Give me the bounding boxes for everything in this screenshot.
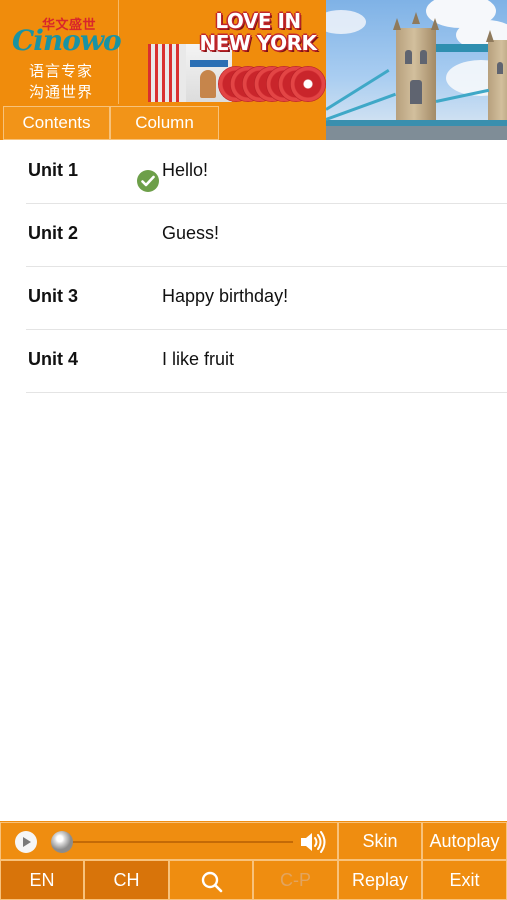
- unit-row-3[interactable]: Unit 3 Happy birthday!: [0, 267, 507, 330]
- cp-button[interactable]: C-P: [253, 860, 338, 900]
- progress-slider-knob[interactable]: [51, 831, 73, 853]
- banner-title-line1: LOVE IN: [215, 9, 301, 33]
- banner-title: LOVE IN NEW YORK: [192, 10, 324, 54]
- english-button[interactable]: EN: [0, 860, 84, 900]
- magnifier-icon: [200, 870, 224, 894]
- audio-player: [0, 822, 338, 860]
- unit-row-2[interactable]: Unit 2 Guess!: [0, 204, 507, 267]
- unit-title: Hello!: [162, 160, 209, 180]
- logo-brand-name: Cinowo: [12, 24, 122, 57]
- tab-column[interactable]: Column: [110, 106, 219, 140]
- search-button[interactable]: [169, 860, 253, 900]
- tower-bridge-photo: [326, 0, 507, 140]
- autoplay-button[interactable]: Autoplay: [422, 822, 507, 860]
- play-icon[interactable]: [15, 831, 37, 853]
- unit-number: Unit 3: [28, 286, 79, 306]
- unit-row-1[interactable]: Unit 1 Hello!: [0, 141, 507, 204]
- skin-button[interactable]: Skin: [338, 822, 422, 860]
- header-tabs: Contents Column: [0, 104, 326, 140]
- unit-number: Unit 2: [28, 223, 79, 243]
- tab-contents[interactable]: Contents: [3, 106, 110, 140]
- unit-title: Happy birthday!: [162, 286, 289, 306]
- speaker-icon[interactable]: [299, 829, 327, 855]
- exit-button[interactable]: Exit: [422, 860, 507, 900]
- cinowo-logo: 华文盛世 Cinowo 语言专家 沟通世界: [0, 0, 122, 104]
- checkmark-icon: [137, 170, 159, 192]
- app-header: 华文盛世 Cinowo 语言专家 沟通世界 LOVE IN NEW YORK C…: [0, 0, 507, 140]
- replay-button[interactable]: Replay: [338, 860, 422, 900]
- unit-row-4[interactable]: Unit 4 I like fruit: [0, 330, 507, 393]
- book-banner: LOVE IN NEW YORK: [120, 0, 326, 104]
- unit-list: Unit 1 Hello! Unit 2 Guess! Unit 3 Happy…: [0, 141, 507, 393]
- row-divider: [26, 392, 507, 393]
- unit-title: I like fruit: [162, 349, 235, 369]
- logo-slogan-line1: 语言专家: [29, 62, 94, 80]
- progress-track[interactable]: [61, 841, 293, 843]
- cd-discs-image: [218, 66, 326, 102]
- bottom-control-bar: Skin Autoplay EN CH C-P Replay Exit: [0, 821, 507, 900]
- unit-number: Unit 4: [28, 349, 79, 369]
- unit-number: Unit 1: [28, 160, 79, 180]
- banner-title-line2: NEW YORK: [199, 31, 317, 55]
- logo-slogan-line2: 沟通世界: [29, 83, 94, 101]
- unit-title: Guess!: [162, 223, 220, 243]
- chinese-button[interactable]: CH: [84, 860, 169, 900]
